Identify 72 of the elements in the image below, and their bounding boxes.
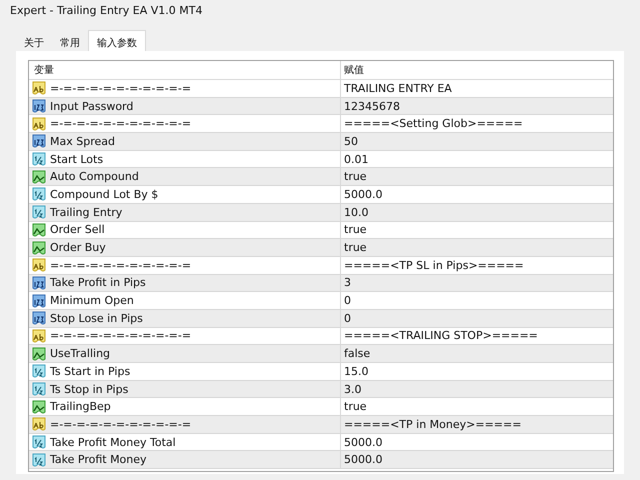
- text-type-icon: [32, 81, 46, 96]
- parameter-value: 5000.0: [344, 436, 382, 449]
- parameter-value: true: [344, 400, 367, 414]
- integer-type-icon: [32, 134, 46, 148]
- parameter-name: Max Spread: [50, 134, 115, 148]
- decimal-type-icon: [32, 435, 46, 450]
- parameter-value: true: [344, 223, 367, 236]
- parameter-name: Start Lots: [50, 152, 104, 166]
- parameter-value: 3.0: [344, 382, 362, 396]
- parameter-name: Trailing Entry: [50, 206, 122, 219]
- tab[interactable]: 常用: [52, 33, 88, 51]
- parameter-name: Stop Lose in Pips: [50, 312, 143, 325]
- parameter-value: =====<TP in Money>=====: [344, 418, 522, 431]
- toggle-type-icon: [32, 170, 46, 184]
- decimal-type-icon: [32, 364, 46, 378]
- parameter-value: 12345678: [344, 100, 400, 113]
- integer-type-icon: [32, 99, 46, 114]
- parameter-value: false: [344, 347, 370, 360]
- parameter-name: =-=-=-=-=-=-=-=-=-=-=: [50, 329, 192, 342]
- parameter-name: Take Profit Money Total: [50, 436, 176, 449]
- window-title: Expert - Trailing Entry EA V1.0 MT4: [10, 4, 202, 17]
- parameter-value: true: [344, 170, 367, 184]
- parameter-value: 5000.0: [344, 188, 382, 201]
- parameter-name: Take Profit in Pips: [50, 276, 146, 290]
- parameter-value: 15.0: [344, 364, 368, 378]
- tab[interactable]: 关于: [16, 33, 52, 51]
- column-header: 变量: [34, 64, 54, 77]
- parameter-name: =-=-=-=-=-=-=-=-=-=-=: [50, 82, 192, 95]
- parameter-name: Order Buy: [50, 241, 106, 254]
- parameter-name: =-=-=-=-=-=-=-=-=-=-=: [50, 418, 192, 431]
- parameter-name: Auto Compound: [50, 170, 139, 184]
- parameter-name: UseTralling: [50, 347, 110, 360]
- parameter-value: 0.01: [344, 152, 368, 166]
- parameter-value: 0: [344, 294, 351, 308]
- decimal-type-icon: [32, 187, 46, 202]
- integer-type-icon: [32, 276, 46, 290]
- parameter-name: Ts Start in Pips: [50, 364, 130, 378]
- parameter-name: =-=-=-=-=-=-=-=-=-=-=: [50, 258, 192, 272]
- parameter-value: 3: [344, 276, 351, 290]
- parameter-value: 5000.0: [344, 453, 382, 466]
- parameter-value: =====<Setting Glob>=====: [344, 117, 523, 130]
- toggle-type-icon: [32, 400, 46, 414]
- text-type-icon: [32, 328, 46, 343]
- column-header: 赋值: [344, 64, 364, 77]
- parameter-value: 50: [344, 134, 358, 148]
- parameter-value: 10.0: [344, 206, 368, 219]
- parameter-value: =====<TP SL in Pips>=====: [344, 258, 524, 272]
- parameter-name: =-=-=-=-=-=-=-=-=-=-=: [50, 117, 192, 130]
- integer-type-icon: [32, 294, 46, 308]
- text-type-icon: [32, 417, 46, 432]
- parameter-name: Ts Stop in Pips: [50, 382, 128, 396]
- parameter-name: Take Profit Money: [50, 453, 147, 466]
- parameter-value: TRAILING ENTRY EA: [344, 82, 452, 95]
- decimal-type-icon: [32, 382, 46, 396]
- toggle-type-icon: [32, 346, 46, 361]
- parameter-value: =====<TRAILING STOP>=====: [344, 329, 538, 342]
- tab[interactable]: 输入参数: [88, 30, 146, 51]
- toggle-type-icon: [32, 240, 46, 255]
- parameter-name: Input Password: [50, 100, 134, 113]
- decimal-type-icon: [32, 205, 46, 220]
- parameter-value: true: [344, 241, 367, 254]
- parameter-name: Order Sell: [50, 223, 105, 236]
- parameter-name: Compound Lot By $: [50, 188, 158, 201]
- parameter-value: 0: [344, 312, 351, 325]
- parameter-name: TrailingBep: [50, 400, 111, 414]
- decimal-type-icon: [32, 452, 46, 467]
- integer-type-icon: [32, 311, 46, 326]
- parameter-name: Minimum Open: [50, 294, 134, 308]
- decimal-type-icon: [32, 152, 46, 166]
- toggle-type-icon: [32, 222, 46, 237]
- text-type-icon: [32, 258, 46, 272]
- text-type-icon: [32, 116, 46, 131]
